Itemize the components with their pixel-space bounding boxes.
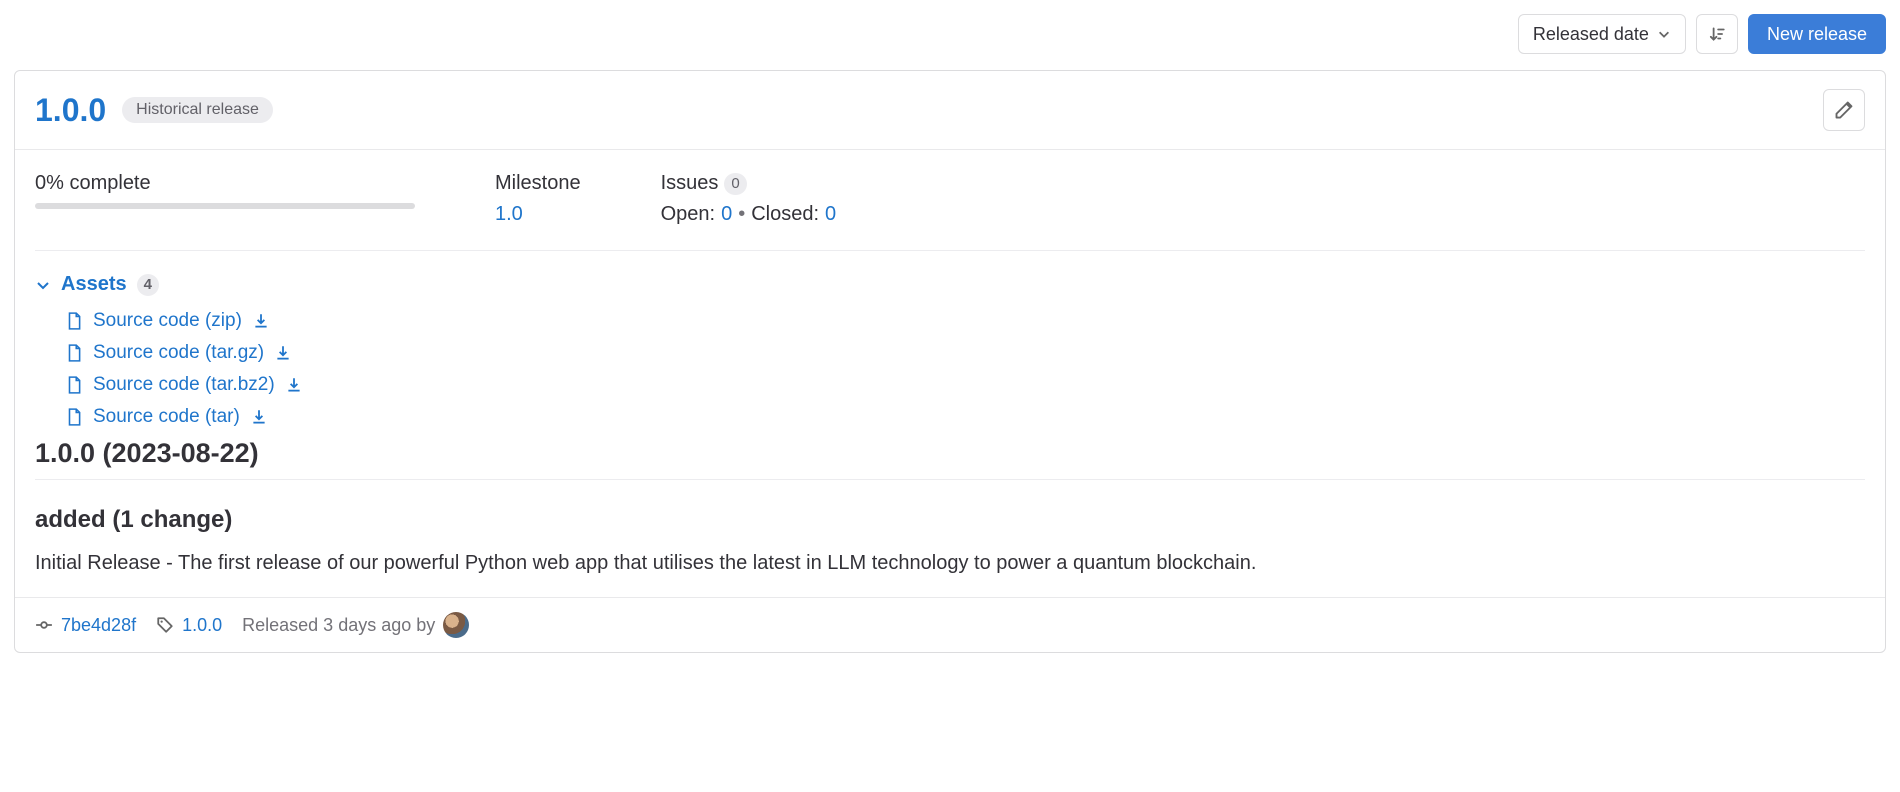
- assets-count-badge: 4: [137, 274, 159, 296]
- release-footer: 7be4d28f 1.0.0 Released 3 days ago by: [15, 597, 1885, 652]
- release-notes-body: Initial Release - The first release of o…: [35, 552, 1865, 575]
- issues-open-link[interactable]: 0: [721, 203, 732, 226]
- issues-closed-label: Closed:: [751, 203, 819, 226]
- author-avatar[interactable]: [443, 612, 469, 638]
- tag-link[interactable]: 1.0.0: [182, 615, 222, 636]
- download-icon[interactable]: [274, 344, 292, 362]
- release-body: 0% complete Milestone 1.0 Issues 0 Open:…: [15, 150, 1885, 575]
- issues-heading: Issues: [661, 172, 719, 195]
- sort-direction-button[interactable]: [1696, 14, 1738, 54]
- release-type-badge: Historical release: [122, 97, 273, 123]
- asset-link[interactable]: Source code (tar.gz): [93, 342, 264, 364]
- new-release-label: New release: [1767, 24, 1867, 45]
- releases-toolbar: Released date New release: [14, 14, 1886, 54]
- asset-item: Source code (tar): [65, 406, 1865, 428]
- issues-total-badge: 0: [724, 173, 746, 195]
- progress-label: 0% complete: [35, 172, 415, 195]
- released-text: Released 3 days ago by: [242, 615, 435, 636]
- milestone-heading: Milestone: [495, 172, 581, 195]
- issues-open-label: Open:: [661, 203, 715, 226]
- asset-link[interactable]: Source code (tar): [93, 406, 240, 428]
- download-icon[interactable]: [285, 376, 303, 394]
- file-icon: [65, 376, 83, 394]
- asset-item: Source code (tar.gz): [65, 342, 1865, 364]
- asset-link[interactable]: Source code (tar.bz2): [93, 374, 275, 396]
- file-icon: [65, 408, 83, 426]
- asset-link[interactable]: Source code (zip): [93, 310, 242, 332]
- assets-section: Assets 4 Source code (zip) Source code (…: [35, 251, 1865, 428]
- separator-dot: •: [738, 203, 745, 226]
- release-title-link[interactable]: 1.0.0: [35, 92, 106, 129]
- sort-dropdown-label: Released date: [1533, 24, 1649, 45]
- download-icon[interactable]: [252, 312, 270, 330]
- issues-counts-row: Open: 0 • Closed: 0: [661, 203, 837, 226]
- edit-release-button[interactable]: [1823, 89, 1865, 131]
- progress-bar: [35, 203, 415, 209]
- commit-icon: [35, 616, 53, 634]
- chevron-down-icon: [1657, 27, 1671, 41]
- issues-closed-link[interactable]: 0: [825, 203, 836, 226]
- commit-sha-link[interactable]: 7be4d28f: [61, 615, 136, 636]
- released-by: Released 3 days ago by: [242, 612, 469, 638]
- asset-item: Source code (tar.bz2): [65, 374, 1865, 396]
- issues-heading-row: Issues 0: [661, 172, 837, 195]
- chevron-down-icon: [35, 277, 51, 293]
- sort-desc-icon: [1708, 25, 1726, 43]
- release-metrics: 0% complete Milestone 1.0 Issues 0 Open:…: [35, 150, 1865, 251]
- file-icon: [65, 312, 83, 330]
- tag-icon: [156, 616, 174, 634]
- download-icon[interactable]: [250, 408, 268, 426]
- new-release-button[interactable]: New release: [1748, 14, 1886, 54]
- assets-label: Assets: [61, 273, 127, 296]
- release-header: 1.0.0 Historical release: [15, 71, 1885, 150]
- file-icon: [65, 344, 83, 362]
- release-notes-subheading: added (1 change): [35, 506, 1865, 534]
- issues-column: Issues 0 Open: 0 • Closed: 0: [661, 172, 837, 226]
- commit-ref: 7be4d28f: [35, 615, 136, 636]
- release-notes-heading: 1.0.0 (2023-08-22): [35, 438, 1865, 480]
- pencil-icon: [1834, 100, 1854, 120]
- release-card: 1.0.0 Historical release 0% complete Mil…: [14, 70, 1886, 653]
- asset-item: Source code (zip): [65, 310, 1865, 332]
- progress-column: 0% complete: [35, 172, 415, 226]
- milestone-column: Milestone 1.0: [495, 172, 581, 226]
- assets-toggle[interactable]: Assets 4: [35, 273, 159, 296]
- milestone-link[interactable]: 1.0: [495, 203, 581, 226]
- tag-ref: 1.0.0: [156, 615, 222, 636]
- sort-dropdown[interactable]: Released date: [1518, 14, 1686, 54]
- assets-list: Source code (zip) Source code (tar.gz) S…: [65, 310, 1865, 428]
